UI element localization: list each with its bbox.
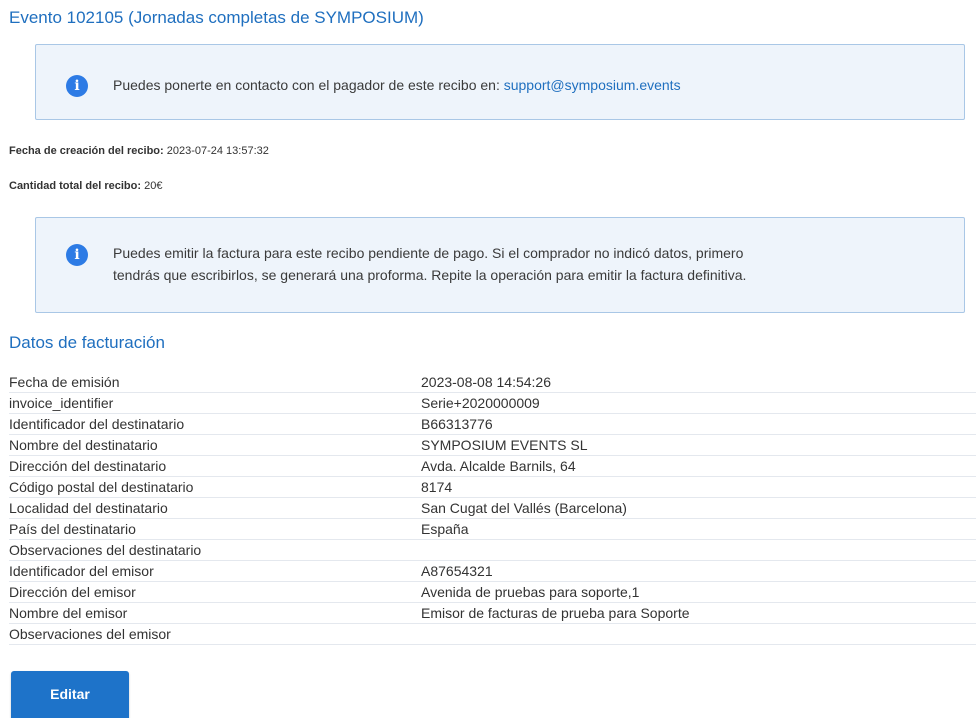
invoice-info-text: Puedes emitir la factura para este recib…	[113, 242, 943, 286]
billing-value: B66313776	[421, 413, 976, 435]
table-row: Código postal del destinatario 8174	[9, 476, 976, 498]
billing-label: Identificador del destinatario	[9, 413, 421, 435]
receipt-total-label: Cantidad total del recibo:	[9, 180, 142, 192]
contact-info-message: Puedes ponerte en contacto con el pagado…	[113, 77, 504, 93]
receipt-total-value: 20€	[144, 180, 163, 192]
receipt-created-value: 2023-07-24 13:57:32	[166, 145, 269, 157]
receipt-page: Evento 102105 (Jornadas completas de SYM…	[0, 0, 976, 718]
billing-value	[421, 623, 976, 645]
table-row: Fecha de emisión 2023-08-08 14:54:26	[9, 372, 976, 393]
billing-label: Dirección del emisor	[9, 581, 421, 603]
table-row: Identificador del emisor A87654321	[9, 560, 976, 582]
invoice-info-line-2: tendrás que escribirlos, se generará una…	[113, 267, 747, 283]
receipt-total-line: Cantidad total del recibo: 20€	[9, 180, 162, 192]
billing-label: Nombre del destinatario	[9, 434, 421, 456]
contact-info-box: i Puedes ponerte en contacto con el paga…	[35, 44, 965, 120]
billing-value	[421, 539, 976, 561]
table-row: Localidad del destinatario San Cugat del…	[9, 497, 976, 519]
billing-value: Avda. Alcalde Barnils, 64	[421, 455, 976, 477]
billing-value: España	[421, 518, 976, 540]
billing-label: Observaciones del destinatario	[9, 539, 421, 561]
invoice-info-line-1: Puedes emitir la factura para este recib…	[113, 245, 744, 261]
billing-section-title: Datos de facturación	[9, 333, 165, 352]
billing-value: 2023-08-08 14:54:26	[421, 372, 976, 393]
event-title: Evento 102105 (Jornadas completas de SYM…	[9, 8, 424, 27]
billing-label: Observaciones del emisor	[9, 623, 421, 645]
contact-info-text: Puedes ponerte en contacto con el pagado…	[113, 74, 681, 96]
billing-label: Fecha de emisión	[9, 372, 421, 393]
receipt-created-line: Fecha de creación del recibo: 2023-07-24…	[9, 145, 269, 157]
table-row: Nombre del emisor Emisor de facturas de …	[9, 602, 976, 624]
billing-value: Avenida de pruebas para soporte,1	[421, 581, 976, 603]
billing-label: invoice_identifier	[9, 392, 421, 414]
table-row: Dirección del destinatario Avda. Alcalde…	[9, 455, 976, 477]
billing-value: Emisor de facturas de prueba para Soport…	[421, 602, 976, 624]
billing-value: SYMPOSIUM EVENTS SL	[421, 434, 976, 456]
invoice-info-box: i Puedes emitir la factura para este rec…	[35, 217, 965, 313]
table-row: Identificador del destinatario B66313776	[9, 413, 976, 435]
billing-label: Nombre del emisor	[9, 602, 421, 624]
receipt-created-label: Fecha de creación del recibo:	[9, 145, 164, 157]
billing-label: Dirección del destinatario	[9, 455, 421, 477]
table-row: Dirección del emisor Avenida de pruebas …	[9, 581, 976, 603]
billing-label: País del destinatario	[9, 518, 421, 540]
billing-label: Código postal del destinatario	[9, 476, 421, 498]
info-icon: i	[66, 75, 88, 97]
table-row: invoice_identifier Serie+2020000009	[9, 392, 976, 414]
billing-value: A87654321	[421, 560, 976, 582]
billing-label: Localidad del destinatario	[9, 497, 421, 519]
billing-value: 8174	[421, 476, 976, 498]
table-row: Observaciones del emisor	[9, 623, 976, 645]
table-row: País del destinatario España	[9, 518, 976, 540]
billing-value: Serie+2020000009	[421, 392, 976, 414]
table-row: Nombre del destinatario SYMPOSIUM EVENTS…	[9, 434, 976, 456]
support-email-link[interactable]: support@symposium.events	[504, 77, 681, 93]
info-icon: i	[66, 244, 88, 266]
table-row: Observaciones del destinatario	[9, 539, 976, 561]
billing-value: San Cugat del Vallés (Barcelona)	[421, 497, 976, 519]
billing-table: Fecha de emisión 2023-08-08 14:54:26 inv…	[9, 372, 976, 645]
edit-button[interactable]: Editar	[11, 671, 129, 718]
billing-label: Identificador del emisor	[9, 560, 421, 582]
